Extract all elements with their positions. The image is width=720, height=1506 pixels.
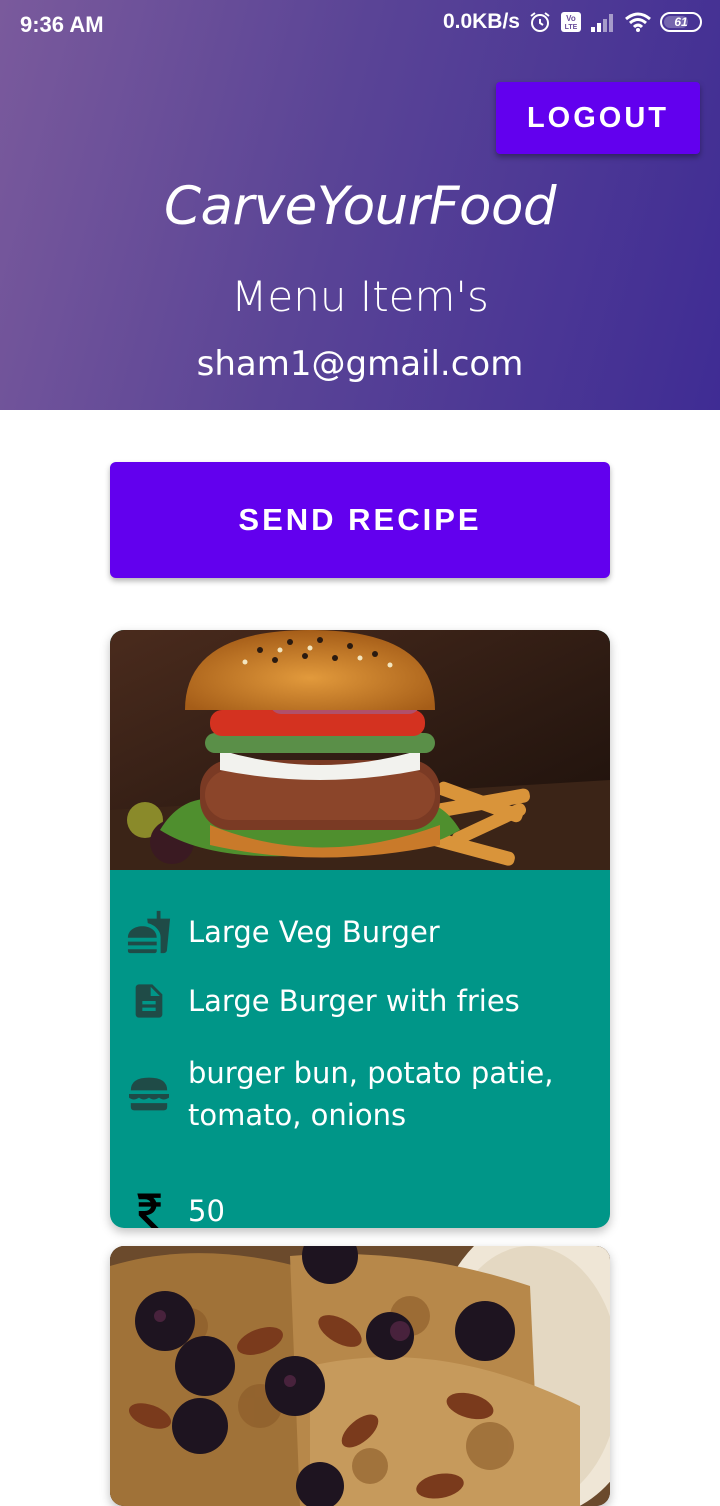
volte-icon: Vo LTE xyxy=(560,11,582,33)
send-recipe-button[interactable]: SEND RECIPE xyxy=(110,462,610,578)
status-time: 9:36 AM xyxy=(20,12,104,37)
document-icon xyxy=(110,979,188,1023)
wifi-icon xyxy=(624,11,652,33)
network-speed: 0.0KB/s xyxy=(442,10,520,33)
user-email: sham1@gmail.com xyxy=(196,344,524,384)
item-price: 50 xyxy=(188,1194,225,1228)
menu-item-card[interactable] xyxy=(110,1246,610,1506)
svg-text:Vo: Vo xyxy=(566,14,576,23)
item-ingredients-row: burger bun, potato patie, tomato, onions xyxy=(110,1046,610,1142)
signal-icon xyxy=(590,11,616,33)
item-description: Large Burger with fries xyxy=(188,984,520,1018)
app-title: CarveYourFood xyxy=(163,176,557,237)
alarm-icon xyxy=(528,10,552,34)
hamburger-icon xyxy=(110,1074,188,1114)
status-bar: 9:36 AM 0.0KB/s Vo LTE 61 xyxy=(0,0,720,50)
logout-button[interactable]: LOGOUT xyxy=(496,82,700,154)
french-toast-photo xyxy=(110,1246,610,1506)
menu-item-card[interactable]: Large Veg Burger Large Burger with fries… xyxy=(110,630,610,1228)
page-title: Menu Item's xyxy=(231,272,489,321)
battery-level: 61 xyxy=(674,15,688,29)
svg-text:LTE: LTE xyxy=(565,24,578,31)
status-icons: 0.0KB/s Vo LTE 61 xyxy=(443,10,702,34)
app-header: 9:36 AM 0.0KB/s Vo LTE 61 LOGOUT CarveYo… xyxy=(0,0,720,410)
item-name: Large Veg Burger xyxy=(188,915,440,949)
fastfood-icon xyxy=(110,909,188,955)
burger-photo xyxy=(110,630,610,870)
item-price-row: 50 xyxy=(110,1156,610,1228)
rupee-icon xyxy=(110,1192,188,1228)
item-description-row: Large Burger with fries xyxy=(110,970,610,1032)
battery-icon: 61 xyxy=(660,12,702,32)
item-ingredients: burger bun, potato patie, tomato, onions xyxy=(188,1056,554,1132)
